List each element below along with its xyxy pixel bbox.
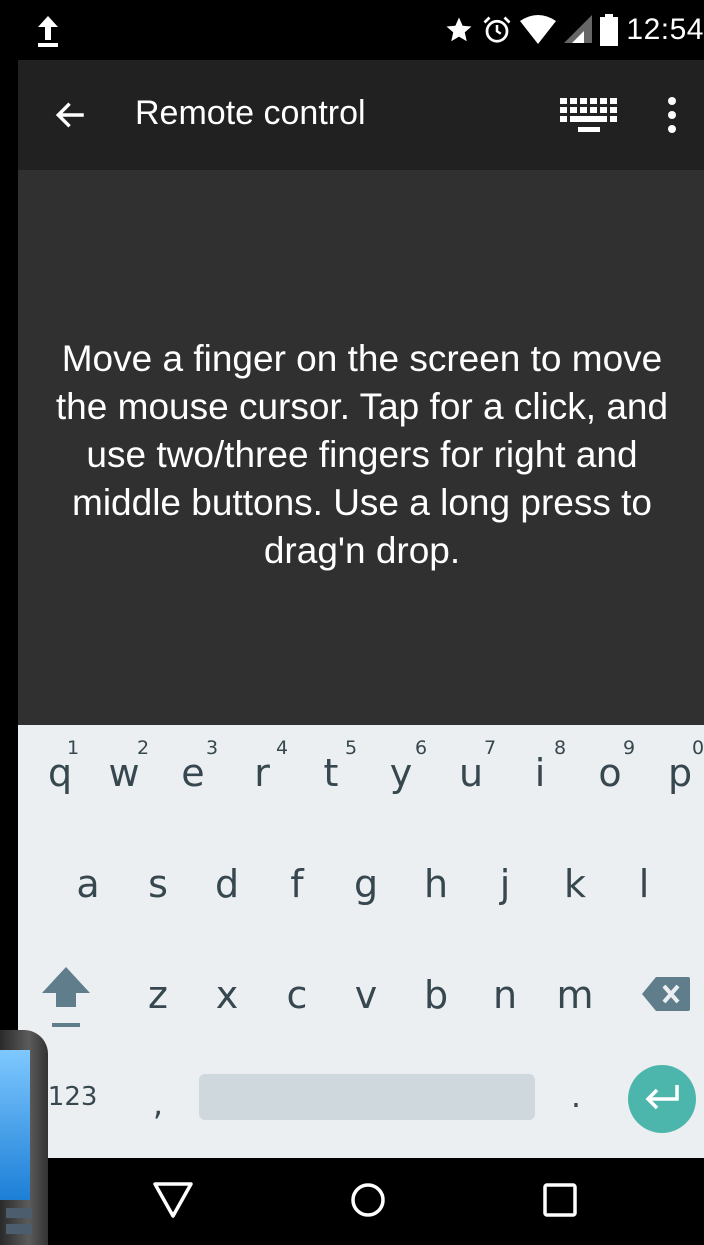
status-time: 12:54 [626, 13, 704, 46]
key-w[interactable]: w [104, 751, 144, 795]
backspace-icon[interactable] [642, 977, 690, 1011]
comma-key[interactable]: , [148, 1085, 168, 1123]
key-u[interactable]: u [451, 751, 491, 795]
upload-icon [38, 16, 58, 47]
back-arrow-icon[interactable] [54, 98, 88, 132]
wifi-icon [520, 15, 557, 44]
star-icon [446, 17, 472, 42]
key-d[interactable]: d [207, 862, 247, 906]
key-c[interactable]: c [277, 973, 317, 1017]
key-b[interactable]: b [416, 973, 456, 1017]
signal-icon [564, 15, 593, 43]
key-j[interactable]: j [485, 862, 525, 906]
key-q[interactable]: q [40, 751, 80, 795]
status-bar: 12:54 [18, 0, 704, 60]
device-keys [6, 1208, 32, 1218]
key-n[interactable]: n [485, 973, 525, 1017]
navigation-bar [18, 1158, 704, 1245]
more-vert-icon[interactable] [658, 96, 686, 134]
key-o[interactable]: o [590, 751, 630, 795]
app-bar: Remote control [18, 60, 704, 170]
soft-keyboard: 1 q 2 w 3 e 4 r 5 t 6 y 7 u 8 i 9 o 0 p … [18, 725, 704, 1158]
back-triangle-icon[interactable] [152, 1180, 194, 1220]
space-key[interactable] [199, 1074, 535, 1120]
battery-icon [600, 14, 619, 46]
keyboard-icon[interactable] [558, 96, 624, 134]
key-m[interactable]: m [550, 973, 600, 1017]
key-a[interactable]: a [68, 862, 108, 906]
key-p[interactable]: p [660, 751, 700, 795]
page-title: Remote control [135, 94, 366, 132]
key-f[interactable]: f [277, 862, 317, 906]
device-thumbnail [0, 1030, 48, 1245]
device-keys [6, 1224, 32, 1234]
shift-icon[interactable] [40, 965, 92, 1031]
screen: 12:54 Remote control Move a finger on th… [18, 0, 704, 1245]
key-y[interactable]: y [381, 751, 421, 795]
key-x[interactable]: x [207, 973, 247, 1017]
key-h[interactable]: h [416, 862, 456, 906]
key-e[interactable]: e [173, 751, 213, 795]
recents-square-icon[interactable] [542, 1180, 578, 1220]
key-l[interactable]: l [624, 862, 664, 906]
key-g[interactable]: g [346, 862, 386, 906]
home-circle-icon[interactable] [348, 1180, 388, 1220]
key-s[interactable]: s [138, 862, 178, 906]
enter-button[interactable] [628, 1065, 696, 1133]
key-t[interactable]: t [311, 751, 351, 795]
device-screen [0, 1050, 30, 1200]
instructions-text: Move a finger on the screen to move the … [55, 338, 669, 571]
alarm-icon [483, 16, 511, 43]
enter-icon [645, 1085, 679, 1110]
key-k[interactable]: k [555, 862, 595, 906]
key-r[interactable]: r [242, 751, 282, 795]
touchpad-area[interactable]: Move a finger on the screen to move the … [18, 170, 704, 725]
period-key[interactable]: . [566, 1077, 586, 1115]
key-z[interactable]: z [138, 973, 178, 1017]
key-v[interactable]: v [346, 973, 386, 1017]
key-i[interactable]: i [520, 751, 560, 795]
